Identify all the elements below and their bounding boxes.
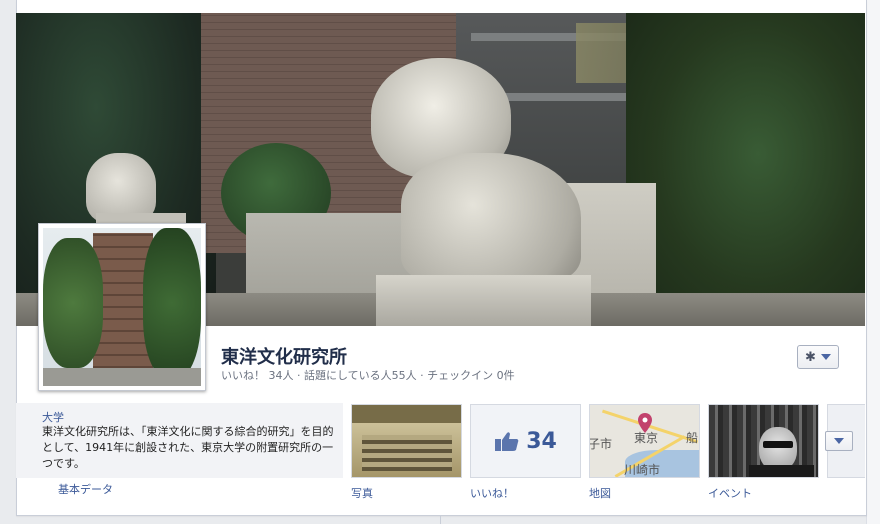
page-title: 東洋文化研究所 — [221, 347, 347, 368]
likes-count: 34 — [526, 428, 557, 454]
chevron-down-icon — [820, 354, 831, 360]
facebook-page: 東洋文化研究所 いいね！ 34人 · 話題にしている人55人 · チェックイン … — [0, 0, 880, 524]
events-tile[interactable] — [708, 404, 819, 478]
page-stats: いいね！ 34人 · 話題にしている人55人 · チェックイン 0件 — [221, 369, 515, 382]
profile-picture[interactable] — [38, 223, 206, 391]
map-place-ko: 子市 — [589, 437, 613, 451]
right-scroll-strip — [866, 0, 880, 524]
about-description: 東洋文化研究所は、「東洋文化に関する綜合的研究」を目的として、1941年に創設さ… — [42, 425, 334, 470]
thumbs-up-icon — [494, 430, 520, 452]
category-link[interactable]: 大学 — [42, 409, 64, 425]
photos-label[interactable]: 写真 — [351, 485, 373, 501]
map-place-kawasaki: 川崎市 — [624, 463, 661, 477]
chevron-down-icon — [834, 438, 844, 444]
map-pin-icon — [638, 413, 652, 437]
gear-icon: ✱ — [805, 349, 816, 365]
photos-tile[interactable] — [351, 404, 462, 478]
about-basic-info-link[interactable]: 基本データ — [58, 481, 113, 497]
page-settings-button[interactable]: ✱ — [797, 345, 839, 369]
events-label[interactable]: イベント — [708, 485, 752, 501]
divider — [440, 515, 441, 524]
likes-tile[interactable]: 34 — [470, 404, 581, 478]
map-place-funa: 船 — [686, 431, 699, 445]
expand-apps-button[interactable] — [825, 431, 853, 451]
map-label[interactable]: 地図 — [589, 485, 611, 501]
map-tile[interactable]: 子市 東京 船 川崎市 — [589, 404, 700, 478]
likes-label[interactable]: いいね！ — [470, 485, 514, 501]
